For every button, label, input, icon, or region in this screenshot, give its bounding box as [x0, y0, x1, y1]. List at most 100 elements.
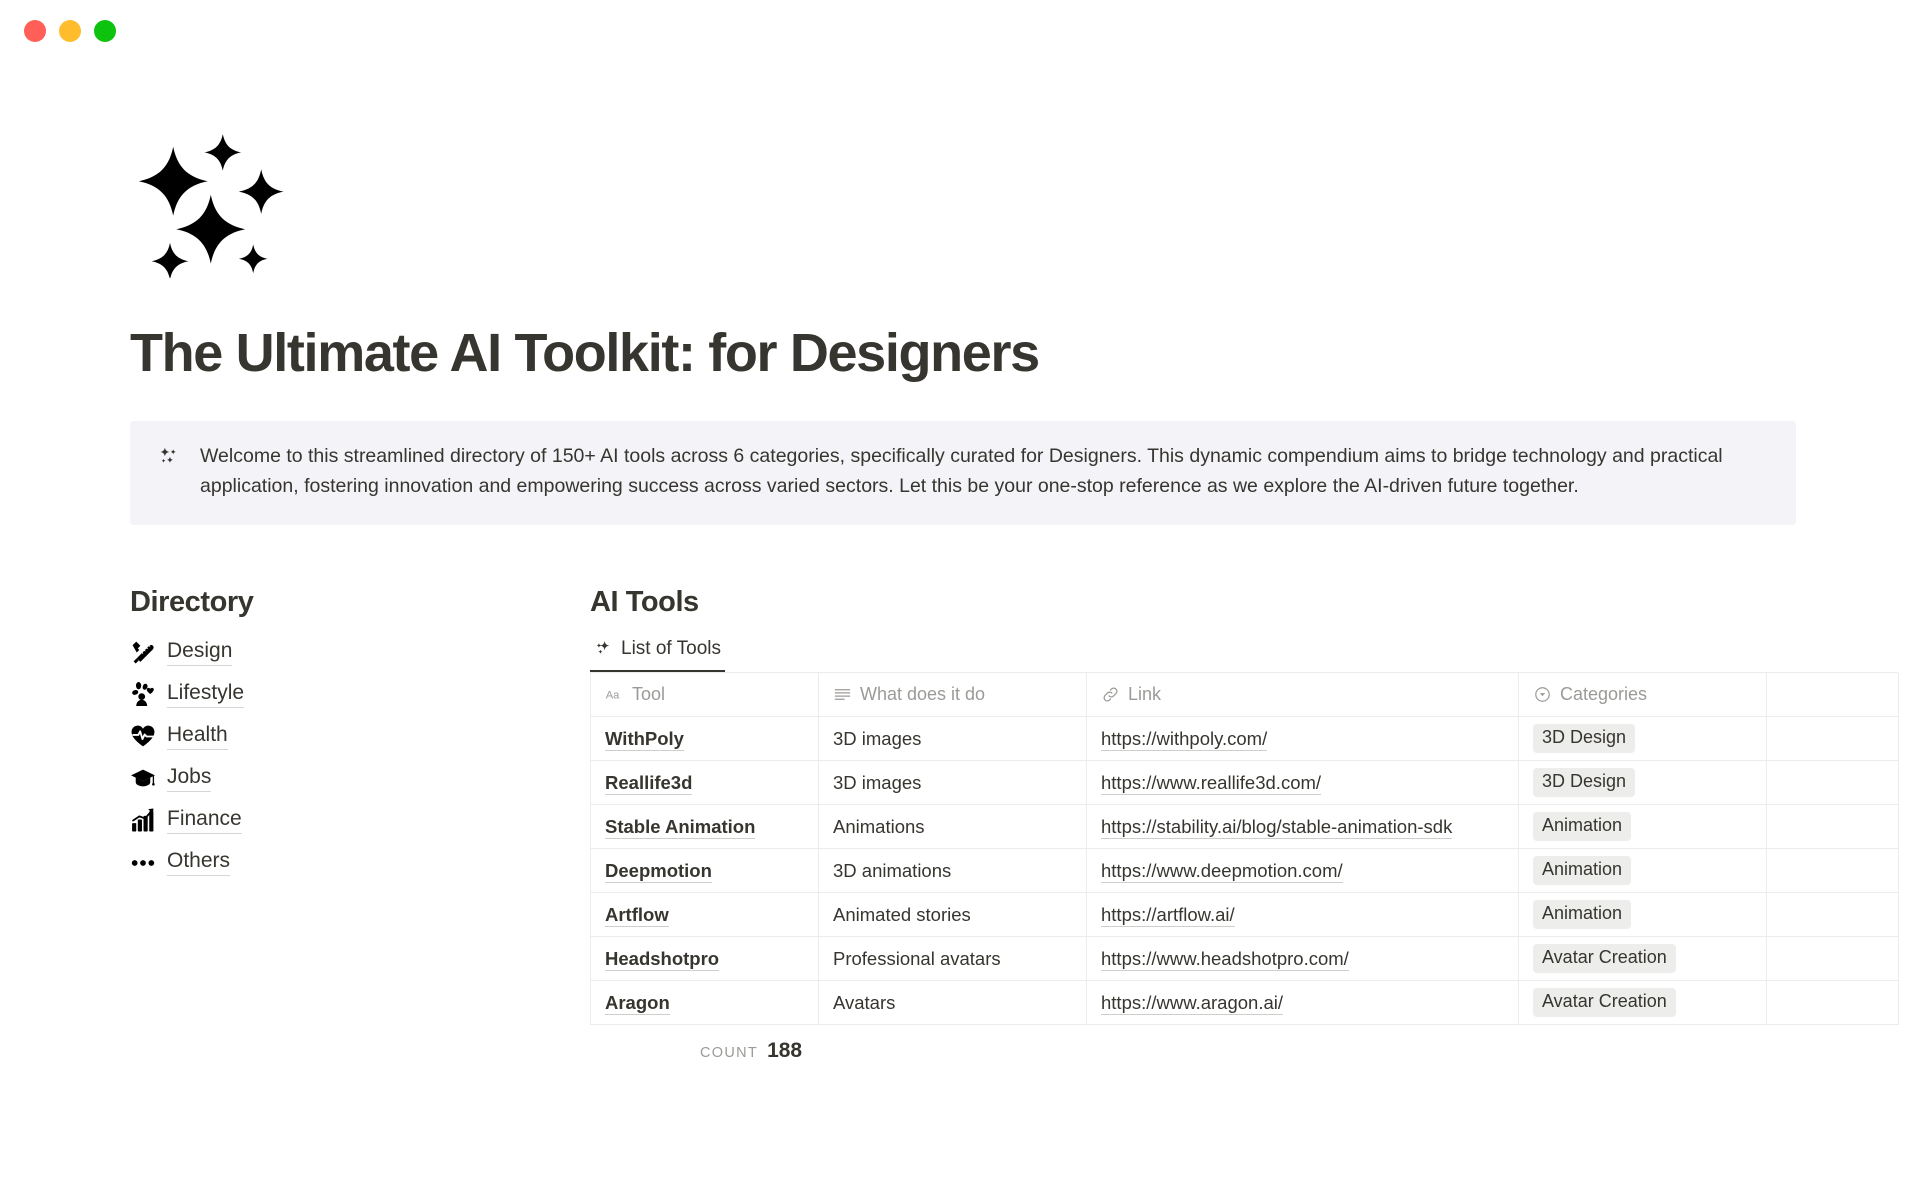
- title-aa-icon: Aa: [606, 690, 620, 702]
- cell-empty: [1766, 980, 1899, 1026]
- sidebar-item-jobs[interactable]: Jobs: [130, 757, 590, 799]
- intro-callout: Welcome to this streamlined directory of…: [130, 421, 1796, 526]
- cell-categories[interactable]: Avatar Creation: [1518, 936, 1767, 982]
- cell-empty: [1766, 892, 1899, 938]
- column-header-label: Link: [1128, 684, 1162, 705]
- cell-tool[interactable]: Deepmotion: [590, 848, 819, 894]
- cell-tool[interactable]: WithPoly: [590, 716, 819, 762]
- cell-categories[interactable]: Animation: [1518, 804, 1767, 850]
- external-link[interactable]: https://artflow.ai/: [1101, 903, 1235, 927]
- external-link[interactable]: https://www.headshotpro.com/: [1101, 947, 1349, 971]
- cell-link[interactable]: https://www.deepmotion.com/: [1086, 848, 1519, 894]
- sidebar-item-design[interactable]: Design: [130, 631, 590, 673]
- sidebar-item-label: Others: [167, 847, 231, 877]
- sidebar-item-health[interactable]: Health: [130, 715, 590, 757]
- minimize-window-button[interactable]: [59, 20, 81, 42]
- cell-tool[interactable]: Artflow: [590, 892, 819, 938]
- content-columns: Directory Design Lifestyle Health Jobs F…: [130, 585, 1899, 1063]
- heart-pulse-icon: [130, 723, 156, 749]
- cell-categories[interactable]: Avatar Creation: [1518, 980, 1767, 1026]
- cell-what-does-it-do: Animated stories: [818, 892, 1087, 938]
- directory-title: Directory: [130, 586, 254, 619]
- cell-empty: [1766, 716, 1899, 762]
- cell-link[interactable]: https://www.reallife3d.com/: [1086, 760, 1519, 806]
- external-link[interactable]: https://stability.ai/blog/stable-animati…: [1101, 815, 1453, 839]
- column-header-label: Tool: [632, 684, 666, 705]
- table-row[interactable]: Deepmotion 3D animations https://www.dee…: [590, 848, 1899, 894]
- count-label: COUNT: [700, 1045, 759, 1062]
- cell-empty: [1766, 804, 1899, 850]
- svg-text:Aa: Aa: [606, 690, 620, 702]
- bar-chart-icon: [130, 807, 156, 833]
- external-link[interactable]: https://www.deepmotion.com/: [1101, 859, 1343, 883]
- cell-empty: [1766, 848, 1899, 894]
- lifestyle-icon: [130, 681, 156, 707]
- external-link[interactable]: https://www.reallife3d.com/: [1101, 771, 1322, 795]
- sidebar-item-lifestyle[interactable]: Lifestyle: [130, 673, 590, 715]
- sparkles-emoji-icon[interactable]: [130, 118, 290, 278]
- cell-categories[interactable]: 3D Design: [1518, 760, 1767, 806]
- tool-name-link[interactable]: Artflow: [605, 903, 669, 927]
- column-header-label: Categories: [1560, 684, 1648, 705]
- cell-categories[interactable]: Animation: [1518, 892, 1767, 938]
- tab-label: List of Tools: [621, 637, 721, 659]
- close-window-button[interactable]: [24, 20, 46, 42]
- cell-link[interactable]: https://stability.ai/blog/stable-animati…: [1086, 804, 1519, 850]
- cell-tool[interactable]: Stable Animation: [590, 804, 819, 850]
- external-link[interactable]: https://withpoly.com/: [1101, 727, 1268, 751]
- text-lines-icon: [834, 689, 851, 700]
- category-tag: Avatar Creation: [1533, 988, 1676, 1018]
- graduation-cap-icon: [130, 765, 156, 791]
- cell-what-does-it-do: 3D images: [818, 716, 1087, 762]
- ellipsis-icon: [130, 849, 156, 875]
- table-row[interactable]: WithPoly 3D images https://withpoly.com/…: [590, 716, 1899, 762]
- table-header: Aa Tool What does it do Link Categories: [590, 672, 1899, 718]
- cell-link[interactable]: https://www.aragon.ai/: [1086, 980, 1519, 1026]
- external-link[interactable]: https://www.aragon.ai/: [1101, 991, 1284, 1015]
- traffic-light-controls: [24, 20, 116, 42]
- column-header-categories[interactable]: Categories: [1518, 672, 1767, 718]
- maximize-window-button[interactable]: [94, 20, 116, 42]
- cell-tool[interactable]: Headshotpro: [590, 936, 819, 982]
- table-row[interactable]: Artflow Animated stories https://artflow…: [590, 892, 1899, 938]
- tool-name-link[interactable]: Stable Animation: [605, 815, 756, 839]
- select-chevron-icon: [1535, 687, 1550, 702]
- count-value: 188: [767, 1039, 803, 1063]
- page-title: The Ultimate AI Toolkit: for Designers: [130, 323, 1040, 383]
- sidebar-item-others[interactable]: Others: [130, 841, 590, 883]
- table-row[interactable]: Stable Animation Animations https://stab…: [590, 804, 1899, 850]
- cell-link[interactable]: https://www.headshotpro.com/: [1086, 936, 1519, 982]
- tab-list-of-tools[interactable]: List of Tools: [590, 634, 725, 672]
- column-header-what-does-it-do[interactable]: What does it do: [818, 672, 1087, 718]
- tool-name-link[interactable]: Deepmotion: [605, 859, 712, 883]
- tool-name-link[interactable]: Headshotpro: [605, 947, 720, 971]
- table-row[interactable]: Reallife3d 3D images https://www.reallif…: [590, 760, 1899, 806]
- ai-tools-title: AI Tools: [590, 586, 699, 619]
- sparkles-icon: [596, 641, 610, 655]
- tools-table: Aa Tool What does it do Link Categories …: [590, 672, 1899, 1026]
- column-header-tool[interactable]: Aa Tool: [590, 672, 819, 718]
- column-header-empty[interactable]: [1766, 672, 1899, 718]
- intro-callout-text: Welcome to this streamlined directory of…: [200, 445, 1723, 498]
- cell-link[interactable]: https://artflow.ai/: [1086, 892, 1519, 938]
- category-tag: Animation: [1533, 900, 1632, 930]
- table-count-footer: COUNT 188: [590, 1025, 1898, 1063]
- cell-tool[interactable]: Reallife3d: [590, 760, 819, 806]
- sidebar-item-label: Lifestyle: [167, 679, 245, 709]
- column-header-link[interactable]: Link: [1086, 672, 1519, 718]
- sidebar-item-finance[interactable]: Finance: [130, 799, 590, 841]
- cell-link[interactable]: https://withpoly.com/: [1086, 716, 1519, 762]
- cell-what-does-it-do: Avatars: [818, 980, 1087, 1026]
- tool-name-link[interactable]: WithPoly: [605, 727, 684, 751]
- tool-name-link[interactable]: Aragon: [605, 991, 670, 1015]
- category-tag: 3D Design: [1533, 768, 1636, 798]
- cell-categories[interactable]: 3D Design: [1518, 716, 1767, 762]
- cell-categories[interactable]: Animation: [1518, 848, 1767, 894]
- table-row[interactable]: Headshotpro Professional avatars https:/…: [590, 936, 1899, 982]
- cell-tool[interactable]: Aragon: [590, 980, 819, 1026]
- table-row[interactable]: Aragon Avatars https://www.aragon.ai/ Av…: [590, 980, 1899, 1026]
- directory-list: Design Lifestyle Health Jobs Finance Oth…: [130, 631, 590, 883]
- cell-what-does-it-do: 3D animations: [818, 848, 1087, 894]
- tool-name-link[interactable]: Reallife3d: [605, 771, 693, 795]
- table-body: WithPoly 3D images https://withpoly.com/…: [590, 716, 1899, 1026]
